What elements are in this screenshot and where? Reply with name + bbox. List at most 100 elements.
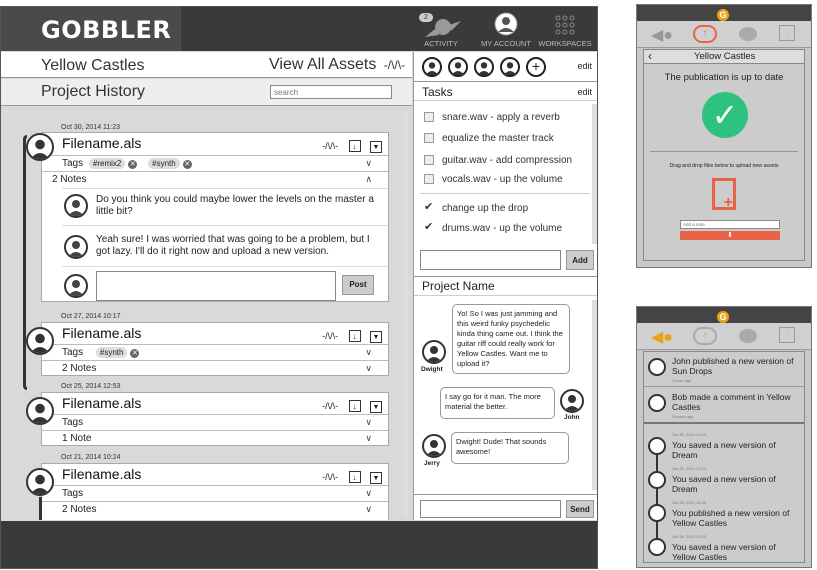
download-icon[interactable]: ↓ (348, 330, 361, 342)
task-item-done[interactable]: ✔ drums.wav - up the volume (424, 222, 562, 234)
send-button[interactable]: Send (566, 500, 594, 518)
scrollbar[interactable] (592, 300, 597, 490)
chevron-up-icon[interactable]: ∧ (365, 172, 372, 187)
timeline-item[interactable]: Oct 30, 2014 11:23 You saved a new versio… (672, 430, 800, 460)
add-member-icon[interactable]: + (526, 57, 546, 77)
timeline-item[interactable]: Oct 28, 2014 13:03 You saved a new versio… (672, 532, 800, 562)
checkbox[interactable] (424, 174, 434, 185)
tags-row[interactable]: Tags #remix2 ✕ #synth ✕ ∨ (42, 155, 388, 171)
dropdown-icon[interactable]: ▼ (370, 472, 382, 484)
checkbox[interactable] (424, 133, 434, 144)
scrollbar[interactable] (592, 104, 597, 244)
panel-tabs: ◀● ↑ ⫶ (637, 323, 811, 350)
nav-my-account[interactable]: MY ACCOUNT (474, 7, 538, 51)
gobbler-bird-icon[interactable]: ◀● (651, 25, 673, 45)
tags-row[interactable]: Tags #synth ✕ ∨ (42, 344, 388, 360)
task-item[interactable]: guitar.wav - add compression (424, 155, 572, 166)
add-task-button[interactable]: Add (566, 250, 594, 270)
waveform-icon[interactable]: -/\/\- (322, 141, 338, 151)
download-icon[interactable]: ↓ (348, 471, 361, 483)
chevron-down-icon[interactable]: ∨ (365, 502, 372, 517)
dropdown-icon[interactable]: ▼ (370, 141, 382, 153)
member-avatar[interactable] (474, 57, 494, 77)
history-card: Filename.als -/\/\- ↓ ▼ Tags #synth ✕ ∨ 2… (41, 322, 389, 376)
settings-sliders-icon[interactable]: ⫶ (779, 25, 795, 41)
member-avatar[interactable] (422, 57, 442, 77)
view-all-assets-link[interactable]: View All Assets -/\/\- (269, 56, 405, 74)
avatar (26, 327, 54, 355)
chevron-down-icon[interactable]: ∨ (365, 345, 372, 360)
post-button[interactable]: Post (342, 275, 374, 295)
task-item[interactable]: vocals.wav - up the volume (424, 174, 563, 185)
notes-row[interactable]: 2 Notes ∨ (42, 501, 388, 517)
chevron-down-icon[interactable]: ∨ (365, 431, 372, 446)
feed-item[interactable]: Bob made a comment in Yellow Castles 3 ho… (672, 392, 800, 422)
chevron-down-icon[interactable]: ∨ (365, 156, 372, 171)
timeline-item[interactable]: Oct 30, 2014 11:13 You saved a new versio… (672, 464, 800, 494)
edit-tasks-link[interactable]: edit (577, 83, 592, 101)
task-item[interactable]: equalize the master track (424, 133, 554, 144)
download-icon[interactable]: ↓ (348, 400, 361, 412)
notes-count: 1 Note (62, 433, 92, 444)
chat-input[interactable] (420, 500, 561, 518)
notes-row[interactable]: 2 Notes ∨ (42, 360, 388, 376)
chat-bubble-icon[interactable] (739, 329, 757, 343)
divider (420, 193, 590, 194)
chevron-down-icon[interactable]: ∨ (365, 415, 372, 430)
download-icon[interactable]: ↓ (348, 140, 361, 152)
note-text: Do you think you could maybe lower the l… (96, 194, 374, 217)
nav-workspaces[interactable]: WORKSPACES (533, 7, 597, 51)
task-input[interactable] (420, 250, 561, 270)
nav-activity[interactable]: 2 ACTIVITY (409, 7, 473, 51)
remove-tag-icon[interactable]: ✕ (130, 349, 140, 358)
upload-button[interactable]: ⬇ (680, 231, 780, 240)
checkbox[interactable] (424, 155, 434, 166)
dropdown-icon[interactable]: ▼ (370, 331, 382, 343)
add-file-icon[interactable]: + (712, 178, 736, 211)
upload-cloud-icon[interactable]: ↑ (693, 327, 717, 345)
remove-tag-icon[interactable]: ✕ (128, 160, 138, 169)
notes-row[interactable]: 2 Notes ∧ (42, 171, 388, 187)
waveform-icon[interactable]: -/\/\- (322, 472, 338, 482)
gobbler-bird-icon[interactable]: ◀● (651, 327, 673, 347)
remove-tag-icon[interactable]: ✕ (182, 160, 192, 169)
chat-bubble-icon[interactable] (739, 27, 757, 41)
tags-row[interactable]: Tags ∨ (42, 414, 388, 430)
check-icon[interactable]: ✔ (424, 222, 434, 233)
waveform-icon[interactable]: -/\/\- (322, 401, 338, 411)
timeline-date: Oct 28, 2014 13:03 (672, 534, 707, 539)
card-actions: -/\/\- ↓ ▼ (322, 396, 382, 414)
scrollbar[interactable] (403, 111, 408, 516)
chevron-down-icon[interactable]: ∨ (365, 486, 372, 501)
search-input[interactable] (270, 85, 392, 99)
history-card: Filename.als -/\/\- ↓ ▼ Tags ∨ 1 Note ∨ (41, 392, 389, 446)
notes-row[interactable]: 1 Note ∨ (42, 430, 388, 446)
check-icon[interactable]: ✔ (424, 202, 434, 213)
upload-cloud-icon[interactable]: ↑ (693, 25, 717, 43)
divider (414, 494, 597, 495)
dropdown-icon[interactable]: ▼ (370, 401, 382, 413)
settings-sliders-icon[interactable]: ⫶ (779, 327, 795, 343)
avatar (26, 133, 54, 161)
notes-count: 2 Notes (62, 504, 97, 515)
edit-members-link[interactable]: edit (577, 61, 592, 71)
note-input[interactable] (680, 220, 780, 229)
member-avatar[interactable] (500, 57, 520, 77)
waveform-icon[interactable]: -/\/\- (322, 331, 338, 341)
note-input[interactable] (96, 271, 336, 301)
history-card: Filename.als -/\/\- ↓ ▼ Tags #remix2 ✕ #s… (41, 132, 389, 302)
filename: Filename.als (62, 395, 142, 411)
task-item[interactable]: snare.wav - apply a reverb (424, 112, 560, 123)
tags-row[interactable]: Tags ∨ (42, 485, 388, 501)
history-date: Oct 25, 2014 12:53 (61, 383, 121, 390)
chevron-down-icon[interactable]: ∨ (365, 361, 372, 376)
back-chevron-icon[interactable]: ‹ (648, 49, 652, 63)
history-header: Project History (1, 79, 412, 106)
member-avatar[interactable] (448, 57, 468, 77)
checkbox[interactable] (424, 112, 434, 123)
task-item-done[interactable]: ✔ change up the drop (424, 202, 528, 214)
timeline-item[interactable]: Oct 28, 2014 16:20 You published a new ve… (672, 498, 800, 528)
note: Yeah sure! I was worried that was going … (62, 225, 388, 265)
chat-bubble: Yo! So I was just jamming and this weird… (452, 304, 570, 374)
feed-item[interactable]: John published a new version of Sun Drop… (672, 356, 800, 386)
